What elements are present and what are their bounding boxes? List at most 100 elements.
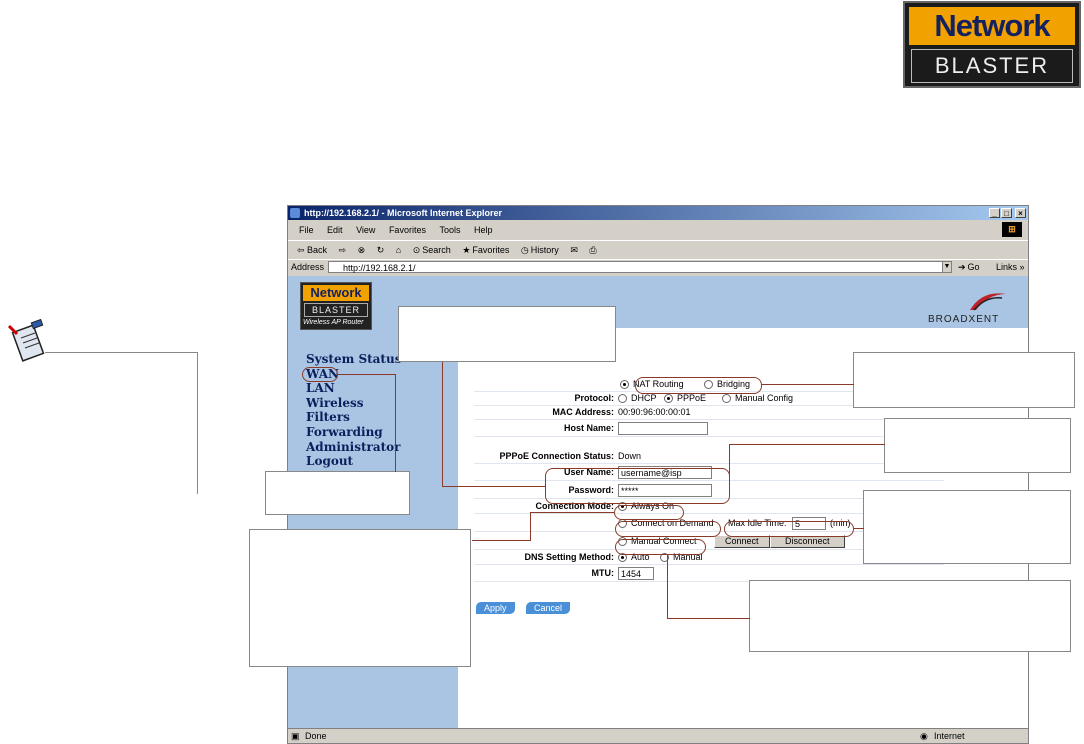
mini-logo: Network BLASTER Wireless AP Router	[300, 282, 372, 330]
connector-nat	[761, 384, 854, 385]
search-button[interactable]: ⊙ Search	[413, 245, 451, 255]
callout-box-connection-mode	[249, 529, 471, 667]
address-bar: Address http://192.168.2.1/ ▼ ➔ Go Links …	[288, 259, 1028, 275]
connector-max-idle	[854, 528, 864, 529]
nav-system-status[interactable]: System Status	[306, 352, 401, 367]
mac-value: 00:90:96:00:00:01	[618, 407, 691, 417]
brand-label: BROADXENT	[928, 314, 1000, 325]
mtu-label: MTU:	[591, 568, 615, 578]
disconnect-button[interactable]: Disconnect	[770, 535, 845, 549]
notepad-icon	[7, 318, 45, 362]
highlight-wan	[302, 367, 338, 382]
pppoe-status-value: Down	[618, 451, 642, 461]
host-field-wrap	[618, 420, 708, 436]
host-row: Host Name:	[474, 420, 944, 437]
pppoe-radio[interactable]	[664, 394, 673, 404]
mtu-field-wrap: 1454	[618, 565, 654, 581]
callout-box-max-idle	[863, 490, 1071, 564]
windows-logo-icon: ⊞	[1002, 222, 1022, 237]
mtu-input[interactable]: 1454	[618, 567, 654, 581]
broadxent-swoosh-icon	[970, 293, 1006, 311]
nav-administrator[interactable]: Administrator	[306, 440, 401, 455]
menu-view[interactable]: View	[356, 225, 375, 235]
window-titlebar: http://192.168.2.1/ - Microsoft Internet…	[288, 206, 1028, 220]
highlight-max-idle	[724, 521, 854, 537]
nat-routing-radio[interactable]	[620, 380, 629, 390]
history-button[interactable]: ◷ History	[521, 245, 559, 255]
history-label: History	[530, 245, 559, 255]
page-done-icon: ▣	[291, 731, 300, 741]
connector-always-on-v	[530, 512, 531, 540]
address-label: Address	[291, 262, 325, 272]
menu-help[interactable]: Help	[474, 225, 493, 235]
browser-toolbar: ⇦ Back ⇨ ⊗ ↻ ⌂ ⊙ Search ★ Favorites ◷ Histo…	[288, 240, 1028, 259]
go-arrow-icon: ➔	[958, 262, 966, 272]
highlight-mode	[635, 377, 762, 394]
connector-manual-v	[667, 555, 668, 619]
refresh-icon[interactable]: ↻	[377, 245, 385, 255]
pppoe-status-label: PPPoE Connection Status:	[499, 451, 614, 461]
note-leader-line-vertical	[197, 352, 198, 494]
history-icon: ◷	[520, 245, 529, 255]
favorites-button[interactable]: ★ Favorites	[462, 245, 509, 255]
connector-manual-h	[667, 618, 750, 619]
highlight-credentials	[545, 468, 730, 504]
manual-config-radio[interactable]	[722, 394, 731, 404]
nav-forwarding[interactable]: Forwarding	[306, 425, 401, 440]
dhcp-radio[interactable]	[618, 394, 627, 404]
connector-wan-h	[338, 374, 396, 375]
connect-button[interactable]: Connect	[714, 535, 770, 549]
nav-logout[interactable]: Logout	[306, 454, 401, 469]
note-leader-line	[45, 352, 197, 353]
links-button[interactable]: Links »	[996, 260, 1025, 275]
pppoe-status-row: PPPoE Connection Status: Down	[474, 450, 944, 464]
menu-edit[interactable]: Edit	[327, 225, 343, 235]
menu-tools[interactable]: Tools	[439, 225, 460, 235]
host-name-input[interactable]	[618, 422, 708, 436]
highlight-manual-connect	[615, 539, 706, 555]
back-button[interactable]: ⇦ Back	[297, 245, 327, 255]
status-bar: ▣ Done ◉ Internet	[288, 728, 1028, 743]
print-icon[interactable]: ⎙	[589, 245, 596, 255]
connector-top-callout	[442, 362, 443, 487]
dns-label: DNS Setting Method:	[524, 552, 615, 562]
menu-favorites[interactable]: Favorites	[389, 225, 426, 235]
minimize-button[interactable]: _	[989, 208, 1000, 218]
apply-button[interactable]: Apply	[476, 602, 515, 614]
callout-box-manual-connect	[749, 580, 1071, 652]
connector-top-callout-h	[442, 486, 546, 487]
zone-text: Internet	[934, 731, 965, 741]
nav-filters[interactable]: Filters	[306, 410, 401, 425]
favorites-icon: ★	[462, 245, 471, 255]
mail-icon[interactable]: ✉	[570, 245, 578, 255]
highlight-on-demand	[615, 521, 721, 537]
address-dropdown-icon[interactable]: ▼	[942, 261, 952, 273]
manual-config-label: Manual Config	[735, 393, 794, 403]
menu-bar: File Edit View Favorites Tools Help	[288, 222, 1028, 238]
search-label: Search	[422, 245, 451, 255]
highlight-always-on	[614, 505, 684, 520]
connector-always-on-h	[530, 512, 614, 513]
stop-icon[interactable]: ⊗	[358, 245, 366, 255]
cancel-button[interactable]: Cancel	[526, 602, 571, 614]
logo-word-network: Network	[909, 7, 1075, 45]
callout-box-top-center	[398, 306, 616, 362]
nav-wireless[interactable]: Wireless	[306, 396, 401, 411]
home-icon[interactable]: ⌂	[396, 245, 401, 255]
address-input[interactable]: http://192.168.2.1/	[328, 261, 946, 273]
forward-button[interactable]: ⇨	[339, 245, 347, 255]
menu-file[interactable]: File	[299, 225, 314, 235]
go-button[interactable]: ➔ Go	[958, 260, 980, 275]
favorites-label: Favorites	[472, 245, 510, 255]
connector-credentials-v	[729, 444, 730, 484]
dhcp-label: DHCP	[631, 393, 657, 403]
maximize-button[interactable]: □	[1001, 208, 1012, 218]
connector-always-on-h2	[472, 540, 531, 541]
mini-logo-network: Network	[303, 285, 369, 301]
mac-row: MAC Address: 00:90:96:00:00:01	[474, 406, 944, 420]
callout-box-host	[884, 418, 1071, 473]
close-button[interactable]: ×	[1015, 208, 1026, 218]
nav-lan[interactable]: LAN	[306, 381, 401, 396]
callout-box-wan	[265, 471, 410, 515]
logo-word-blaster: BLASTER	[911, 49, 1073, 83]
